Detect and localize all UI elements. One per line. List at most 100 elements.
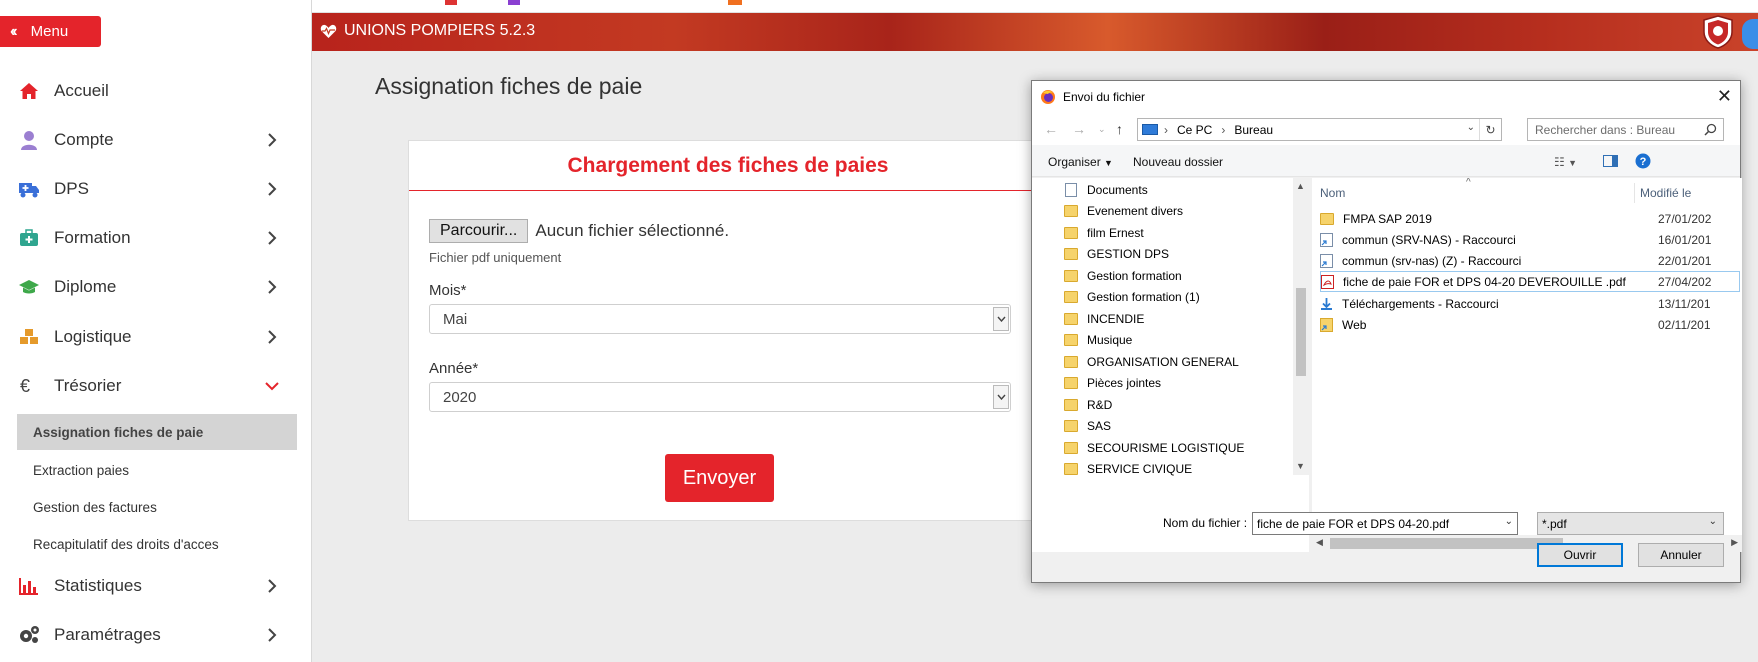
year-select[interactable]: 2020 — [429, 382, 1011, 412]
tree-item[interactable]: Gestion formation — [1064, 265, 1182, 286]
sort-ascending-icon: ^ — [1466, 178, 1471, 188]
column-header-modified[interactable]: Modifié le — [1640, 178, 1691, 208]
folder-icon — [1064, 312, 1078, 325]
user-avatar[interactable] — [1742, 19, 1758, 49]
file-list: Nom ^ Modifié le FMPA SAP 2019 27/01/202… — [1312, 178, 1742, 552]
file-row[interactable]: Téléchargements - Raccourci 13/11/201 — [1320, 293, 1740, 314]
chevron-down-icon[interactable]: ⌄ — [1467, 122, 1475, 133]
tree-item[interactable]: R&D — [1064, 394, 1112, 415]
search-input[interactable]: Rechercher dans : Bureau — [1527, 118, 1724, 141]
sidebar-item-label: Logistique — [54, 327, 132, 346]
sidebar-item-parametrages[interactable]: Paramétrages — [0, 615, 300, 655]
sidebar-item-logistique[interactable]: Logistique — [0, 317, 300, 357]
chevron-down-icon — [265, 382, 279, 391]
chevron-right-icon — [268, 231, 277, 245]
chevron-down-icon — [993, 385, 1009, 409]
pdf-file-icon — [1321, 274, 1334, 289]
scroll-down-icon[interactable]: ▼ — [1296, 461, 1305, 471]
year-label: Année* — [429, 360, 479, 377]
column-header-name[interactable]: Nom — [1320, 178, 1345, 208]
bar-chart-icon — [18, 575, 40, 597]
send-button[interactable]: Envoyer — [665, 454, 774, 502]
scroll-left-icon[interactable]: ◀ — [1316, 537, 1323, 548]
tree-item[interactable]: film Ernest — [1064, 222, 1144, 243]
filename-input[interactable]: fiche de paie FOR et DPS 04-20.pdf ⌄ — [1252, 512, 1518, 535]
browse-button[interactable]: Parcourir... — [429, 219, 529, 243]
back-arrow-icon[interactable]: ← — [1044, 121, 1058, 137]
file-input[interactable]: Parcourir... Aucun fichier sélectionné. — [429, 219, 729, 243]
sidebar-item-label: Diplome — [54, 277, 117, 296]
folder-icon — [1064, 204, 1078, 217]
organize-button[interactable]: Organiser ▼ — [1048, 155, 1113, 169]
up-arrow-icon[interactable]: ↑ — [1116, 121, 1123, 137]
tree-item[interactable]: SAS — [1064, 415, 1111, 436]
sidebar-item-diplome[interactable]: Diplome — [0, 267, 300, 307]
tree-item[interactable]: SECOURISME LOGISTIQUE — [1064, 437, 1244, 458]
sidebar-subitem-assignation[interactable]: Assignation fiches de paie — [17, 414, 297, 450]
sidebar-item-compte[interactable]: Compte — [0, 120, 300, 160]
sidebar-subitem-factures[interactable]: Gestion des factures — [17, 489, 297, 525]
refresh-icon[interactable]: ↻ — [1479, 119, 1501, 140]
file-row[interactable]: commun (srv-nas) (Z) - Raccourci 22/01/2… — [1320, 250, 1740, 271]
scrollbar-thumb[interactable] — [1296, 288, 1306, 376]
month-select[interactable]: Mai — [429, 304, 1011, 334]
file-row-selected[interactable]: fiche de paie FOR et DPS 04-20 DEVEROUIL… — [1320, 271, 1740, 292]
sidebar-item-label: Compte — [54, 130, 114, 149]
shortcut-icon — [1320, 253, 1333, 268]
sidebar-item-formation[interactable]: Formation — [0, 218, 300, 258]
breadcrumb-ce-pc[interactable]: Ce PC — [1177, 123, 1212, 137]
forward-arrow-icon[interactable]: → — [1072, 121, 1086, 137]
folder-icon — [1064, 441, 1078, 454]
filetype-select[interactable]: *.pdf ⌄ — [1537, 512, 1724, 535]
sidebar-item-dps[interactable]: DPS — [0, 169, 300, 209]
folder-icon — [1064, 419, 1078, 432]
graduation-cap-icon — [18, 276, 40, 298]
sidebar-item-tresorier[interactable]: € Trésorier — [0, 366, 300, 406]
tree-item[interactable]: ORGANISATION GENERAL — [1064, 351, 1239, 372]
sidebar-item-statistiques[interactable]: Statistiques — [0, 566, 300, 606]
scroll-up-icon[interactable]: ▲ — [1296, 181, 1305, 191]
help-icon[interactable]: ? — [1635, 153, 1651, 172]
preview-pane-icon[interactable] — [1603, 155, 1618, 170]
tree-item[interactable]: Pièces jointes — [1064, 372, 1161, 393]
tree-item[interactable]: SERVICE CIVIQUE — [1064, 458, 1192, 479]
sidebar-item-label: Accueil — [54, 81, 109, 100]
address-bar[interactable]: › Ce PC › Bureau ⌄ ↻ — [1137, 118, 1502, 141]
chevron-down-icon[interactable]: ⌄ — [1505, 516, 1513, 527]
folder-icon — [1064, 333, 1078, 346]
tree-item[interactable]: Evenement divers — [1064, 200, 1183, 221]
sidebar-subitem-label: Assignation fiches de paie — [33, 424, 204, 440]
breadcrumb-bureau[interactable]: Bureau — [1234, 123, 1273, 137]
medkit-icon — [18, 227, 40, 249]
tree-item[interactable]: INCENDIE — [1064, 308, 1144, 329]
chevron-down-icon: ⌄ — [1708, 516, 1717, 527]
recent-chevron-icon[interactable]: ⌄ — [1098, 124, 1106, 135]
menu-toggle-button[interactable]: ‹‹ Menu — [0, 16, 101, 47]
no-file-text: Aucun fichier sélectionné. — [535, 221, 730, 240]
view-options-icon[interactable]: ☷ ▼ — [1554, 155, 1577, 169]
sidebar-subitem-label: Extraction paies — [33, 462, 130, 478]
scrollbar-thumb[interactable] — [1330, 538, 1563, 549]
sidebar-item-accueil[interactable]: Accueil — [0, 71, 300, 111]
shortcut-icon — [1320, 232, 1333, 247]
file-row[interactable]: FMPA SAP 2019 27/01/202 — [1320, 208, 1740, 229]
open-button[interactable]: Ouvrir — [1537, 543, 1623, 567]
scroll-right-icon[interactable]: ▶ — [1731, 537, 1738, 548]
tree-scrollbar[interactable]: ▲ ▼ — [1293, 178, 1309, 475]
tree-item[interactable]: Musique — [1064, 329, 1132, 350]
sidebar-subitem-droits[interactable]: Recapitulatif des droits d'acces — [17, 526, 297, 562]
chevron-right-icon — [268, 579, 277, 593]
sidebar-item-label: Formation — [54, 228, 131, 247]
sidebar-subitem-extraction[interactable]: Extraction paies — [17, 452, 297, 488]
sidebar-item-label: Statistiques — [54, 576, 142, 595]
year-value: 2020 — [443, 388, 477, 406]
tree-item[interactable]: Gestion formation (1) — [1064, 286, 1200, 307]
cancel-button[interactable]: Annuler — [1638, 543, 1724, 567]
gears-icon — [18, 624, 40, 646]
tree-item-documents[interactable]: Documents — [1064, 179, 1148, 200]
file-row[interactable]: Web 02/11/201 — [1320, 314, 1740, 335]
close-icon[interactable]: ✕ — [1717, 87, 1732, 105]
file-row[interactable]: commun (SRV-NAS) - Raccourci 16/01/201 — [1320, 229, 1740, 250]
tree-item[interactable]: GESTION DPS — [1064, 243, 1169, 264]
new-folder-button[interactable]: Nouveau dossier — [1133, 155, 1223, 169]
